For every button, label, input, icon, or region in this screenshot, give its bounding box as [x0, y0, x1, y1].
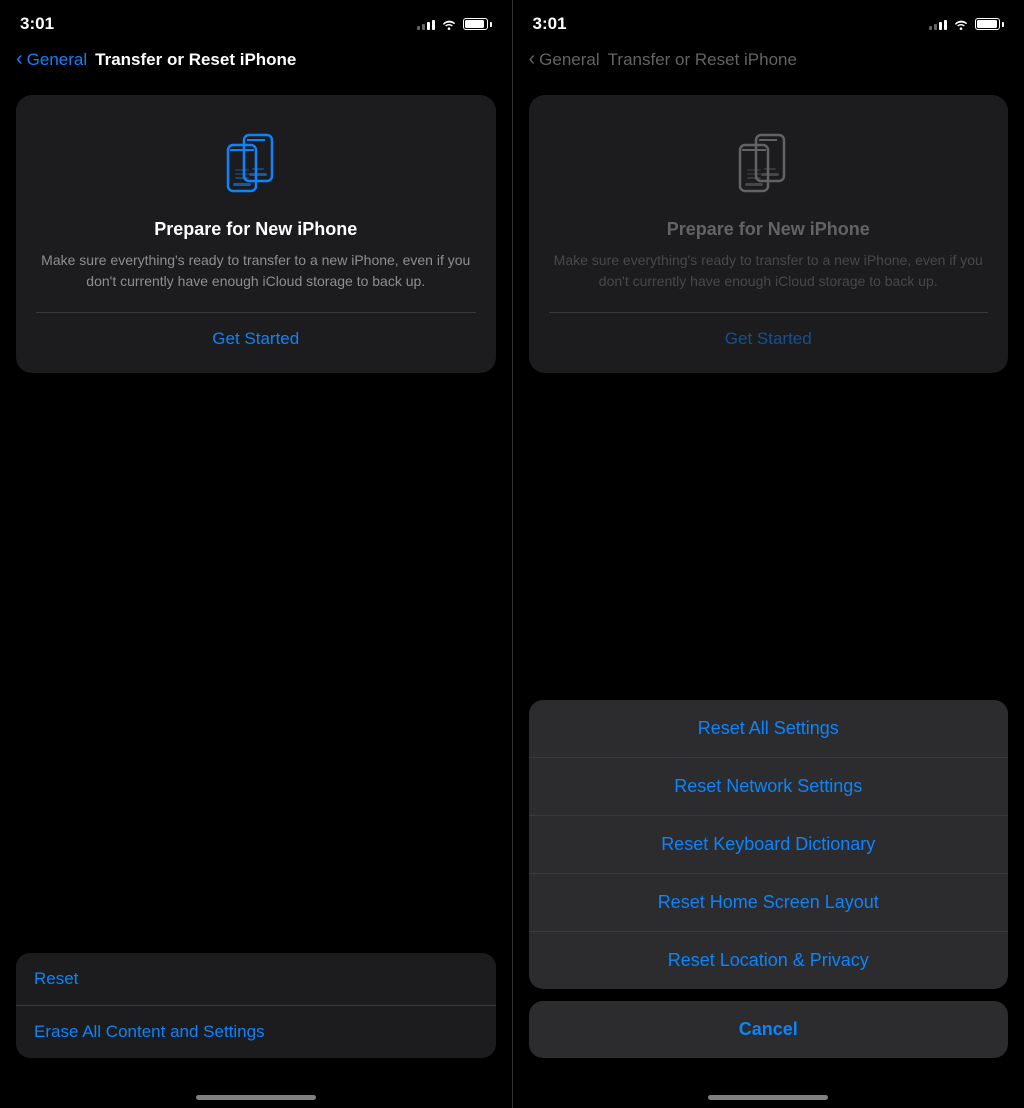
status-bar-right: 3:01	[513, 0, 1024, 44]
home-indicator-left	[196, 1095, 316, 1100]
reset-all-settings-option[interactable]: Reset All Settings	[529, 700, 1009, 758]
reset-location-privacy-option[interactable]: Reset Location & Privacy	[529, 932, 1009, 989]
reset-network-settings-option[interactable]: Reset Network Settings	[529, 758, 1009, 816]
left-panel: 3:01 ‹ General Transfer or Reset iPhone	[0, 0, 512, 1108]
battery-icon-right	[975, 18, 1004, 30]
nav-bar-left: ‹ General Transfer or Reset iPhone	[0, 44, 512, 79]
back-label-right: General	[539, 50, 599, 70]
action-sheet: Reset All Settings Reset Network Setting…	[529, 700, 1009, 1058]
signal-icon-right	[929, 18, 947, 30]
back-button-left[interactable]: ‹ General	[16, 48, 87, 71]
reset-options: Reset All Settings Reset Network Setting…	[529, 700, 1009, 989]
reset-location-privacy-label: Reset Location & Privacy	[668, 950, 869, 970]
chevron-left-icon: ‹	[16, 48, 23, 71]
list-item-erase[interactable]: Erase All Content and Settings	[16, 1006, 496, 1058]
bottom-list-left: Reset Erase All Content and Settings	[16, 953, 496, 1058]
reset-keyboard-dictionary-label: Reset Keyboard Dictionary	[661, 834, 875, 854]
card-title-left: Prepare for New iPhone	[154, 219, 357, 240]
reset-network-settings-label: Reset Network Settings	[674, 776, 862, 796]
card-title-right: Prepare for New iPhone	[667, 219, 870, 240]
card-divider-left	[36, 312, 476, 313]
get-started-button-left[interactable]: Get Started	[212, 329, 299, 349]
back-button-right: ‹ General	[529, 48, 600, 71]
reset-all-settings-label: Reset All Settings	[698, 718, 839, 738]
card-divider-right	[549, 312, 989, 313]
prepare-card-left: Prepare for New iPhone Make sure everyth…	[16, 95, 496, 373]
list-item-reset[interactable]: Reset	[16, 953, 496, 1006]
cancel-label: Cancel	[739, 1019, 798, 1039]
cancel-button[interactable]: Cancel	[529, 1001, 1009, 1058]
card-desc-right: Make sure everything's ready to transfer…	[549, 250, 989, 292]
reset-keyboard-dictionary-option[interactable]: Reset Keyboard Dictionary	[529, 816, 1009, 874]
home-indicator-right	[708, 1095, 828, 1100]
time-left: 3:01	[20, 14, 54, 34]
page-title-right: Transfer or Reset iPhone	[608, 50, 797, 70]
status-bar-left: 3:01	[0, 0, 512, 44]
signal-icon	[417, 18, 435, 30]
get-started-button-right: Get Started	[725, 329, 812, 349]
right-panel: 3:01 ‹ General Transfer or Reset iPhone	[513, 0, 1024, 1108]
transfer-icon-right	[728, 123, 808, 203]
page-title-left: Transfer or Reset iPhone	[95, 50, 296, 70]
chevron-left-icon-right: ‹	[529, 48, 536, 71]
reset-home-screen-layout-option[interactable]: Reset Home Screen Layout	[529, 874, 1009, 932]
prepare-card-right: Prepare for New iPhone Make sure everyth…	[529, 95, 1009, 373]
reset-home-screen-layout-label: Reset Home Screen Layout	[658, 892, 879, 912]
card-desc-left: Make sure everything's ready to transfer…	[36, 250, 476, 292]
wifi-icon	[441, 18, 457, 30]
reset-label: Reset	[34, 969, 78, 988]
time-right: 3:01	[533, 14, 567, 34]
erase-label: Erase All Content and Settings	[34, 1022, 265, 1041]
battery-icon	[463, 18, 492, 30]
back-label-left: General	[27, 50, 87, 70]
status-icons-right	[929, 18, 1004, 30]
status-icons-left	[417, 18, 492, 30]
nav-bar-right: ‹ General Transfer or Reset iPhone	[513, 44, 1024, 79]
wifi-icon-right	[953, 18, 969, 30]
transfer-icon-left	[216, 123, 296, 203]
